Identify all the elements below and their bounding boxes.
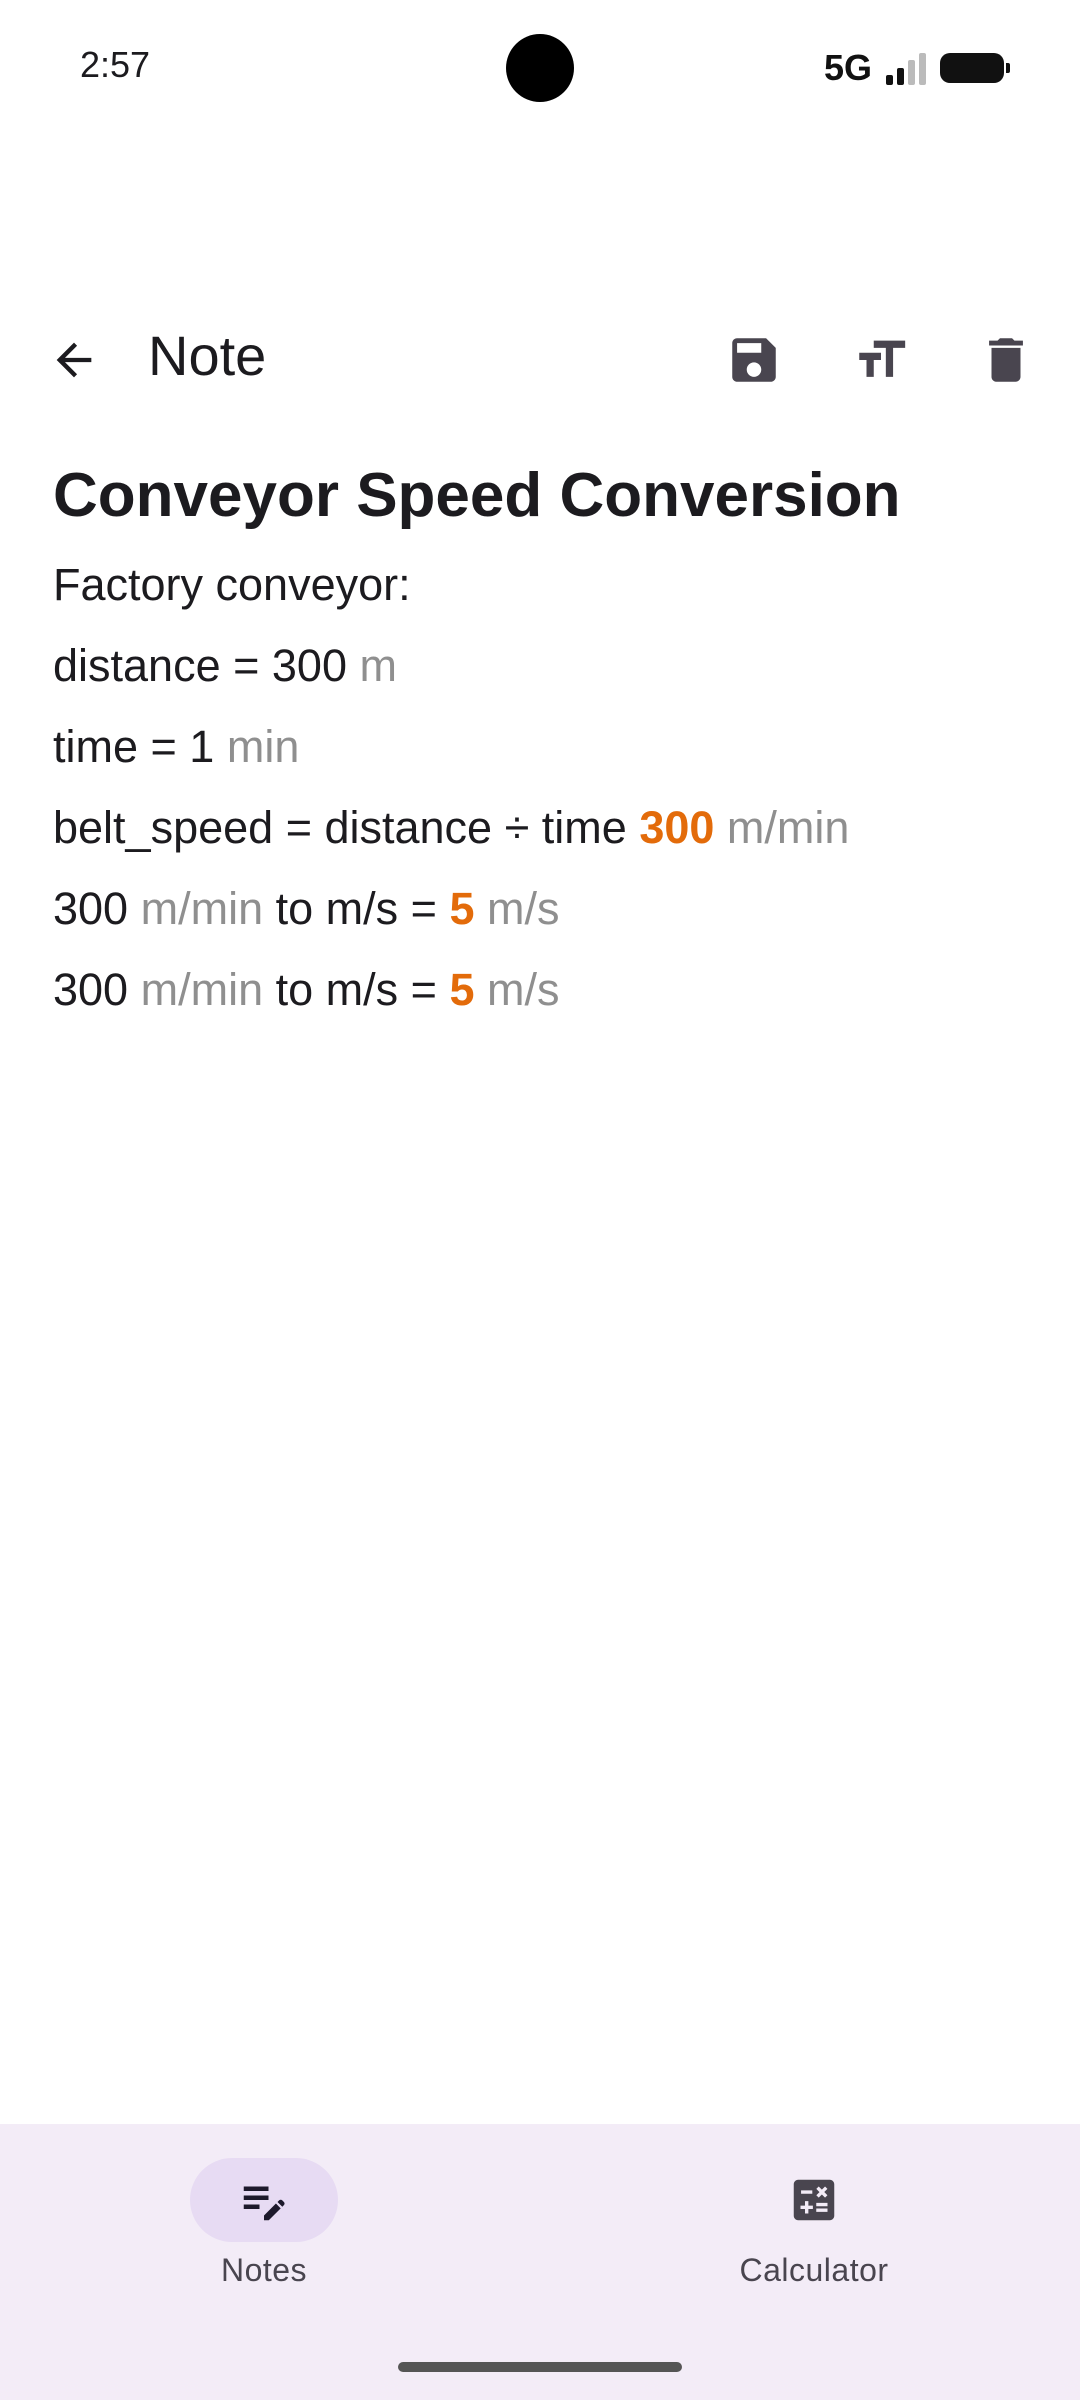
line-unit: m (359, 640, 398, 691)
bottom-navigation: Notes Calculator (0, 2124, 1080, 2400)
save-icon (732, 338, 776, 382)
network-type: 5G (823, 47, 872, 88)
line-unit: m/min (140, 883, 264, 934)
note-line[interactable]: distance = 300 m (53, 625, 1033, 706)
line-text: time = 1 (53, 721, 215, 772)
arrow-back-icon (56, 342, 92, 378)
status-indicators: 5G (823, 44, 1010, 92)
line-text: belt_speed = distance ÷ time (53, 802, 627, 853)
note-line[interactable]: 300 m/min to m/s = 5 m/s (53, 949, 1033, 1030)
note-line[interactable]: Factory conveyor: (53, 544, 1033, 625)
page-title: Note (148, 324, 267, 387)
line-text: to m/s = (275, 964, 437, 1015)
back-button[interactable] (38, 324, 110, 396)
line-unit: min (226, 721, 300, 772)
line-text: to m/s = (275, 883, 437, 934)
home-indicator (398, 2362, 682, 2372)
note-line[interactable]: 300 m/min to m/s = 5 m/s (53, 868, 1033, 949)
nav-active-indicator (190, 2158, 338, 2242)
camera-cutout (506, 34, 574, 102)
nav-item-calculator[interactable]: Calculator (664, 2158, 964, 2289)
note-line[interactable]: time = 1 min (53, 706, 1033, 787)
status-time: 2:57 (80, 44, 151, 85)
line-value: 300 (53, 883, 129, 934)
line-result: 5 (449, 883, 475, 934)
line-result: 300 (639, 802, 715, 853)
note-line[interactable]: belt_speed = distance ÷ time 300 m/min (53, 787, 1033, 868)
calculator-icon (793, 2179, 835, 2221)
delete-icon (989, 338, 1023, 382)
note-content[interactable]: Conveyor Speed Conversion Factory convey… (53, 456, 1033, 1030)
line-unit: m/min (140, 964, 264, 1015)
line-result-unit: m/s (487, 883, 560, 934)
line-text: distance = 300 (53, 640, 347, 691)
notes-edit-icon (243, 2186, 285, 2221)
nav-label-calculator: Calculator (739, 2252, 889, 2288)
line-result-unit: m/s (487, 964, 560, 1015)
battery-icon (940, 53, 1010, 83)
delete-button[interactable] (970, 324, 1042, 396)
line-result: 5 (449, 964, 475, 1015)
note-title[interactable]: Conveyor Speed Conversion (53, 456, 1033, 536)
line-text: Factory conveyor: (53, 559, 411, 610)
nav-item-notes[interactable]: Notes (114, 2158, 414, 2289)
nav-label-notes: Notes (220, 2252, 308, 2288)
nav-icon-container (740, 2158, 888, 2242)
status-bar: 2:57 5G (0, 0, 1080, 136)
text-size-button[interactable] (845, 324, 917, 396)
line-value: 300 (53, 964, 129, 1015)
top-app-bar: Note (0, 300, 1080, 412)
text-size-icon (859, 340, 906, 377)
save-button[interactable] (718, 324, 790, 396)
line-result-unit: m/min (726, 802, 850, 853)
signal-icon (886, 51, 926, 85)
